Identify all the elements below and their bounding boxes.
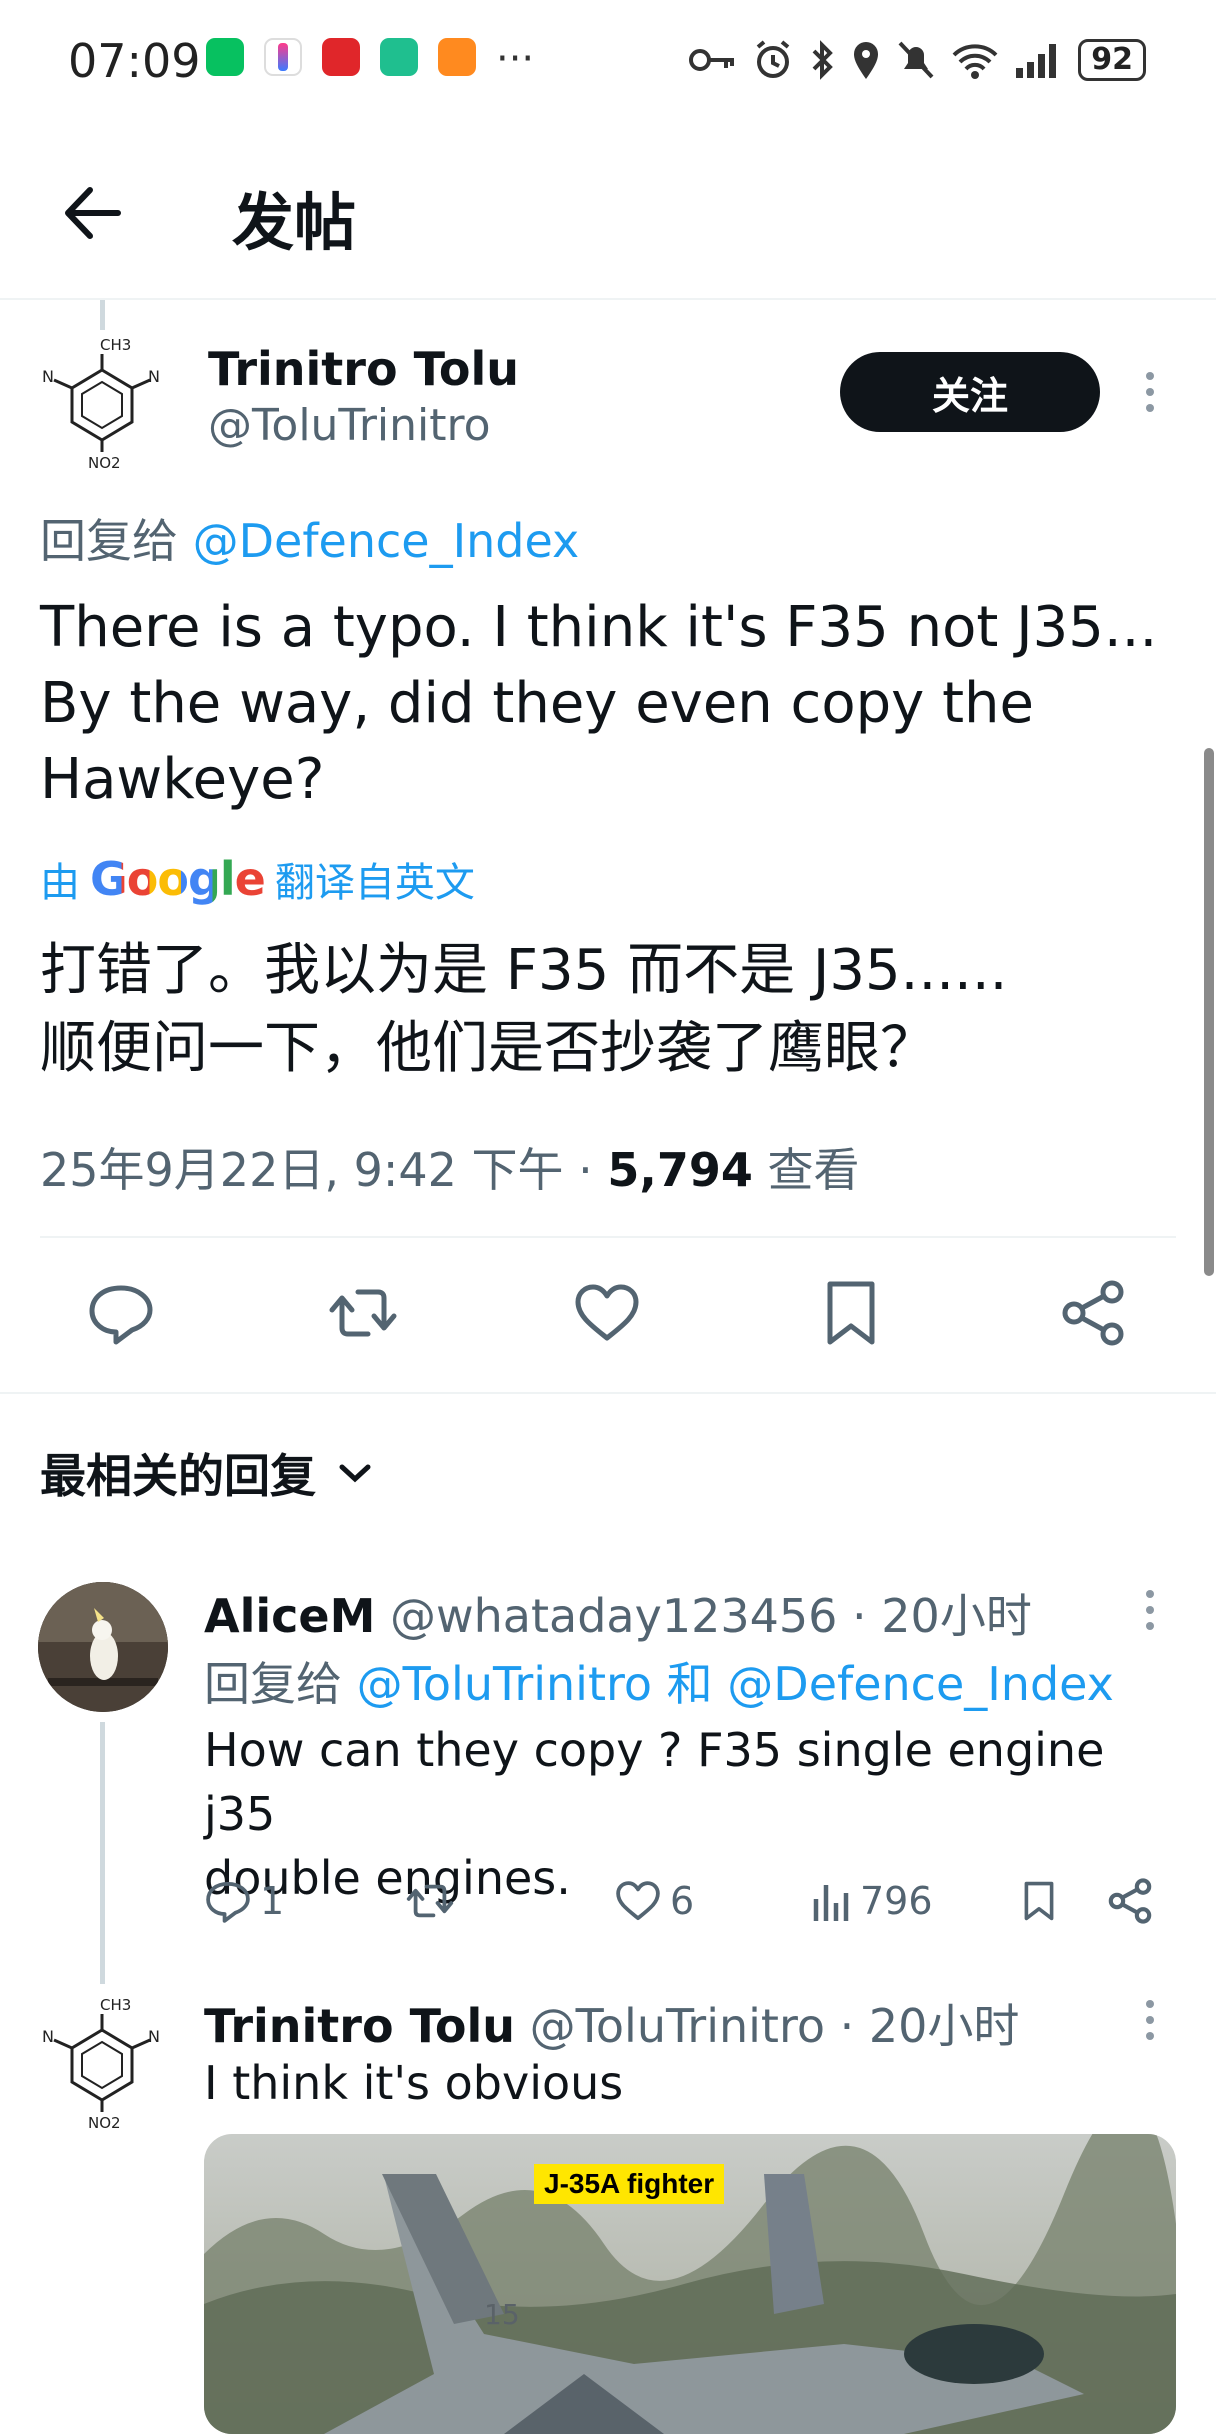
reply-header: Trinitro Tolu @ToluTrinitro · 20小时 <box>204 1990 1019 2056</box>
like-count: 6 <box>670 1879 695 1923</box>
views-button[interactable]: 796 <box>812 1874 933 1928</box>
sort-label: 最相关的回复 <box>40 1449 316 1503</box>
app-icon <box>438 38 476 76</box>
avatar-label-right: N <box>148 367 160 386</box>
retweet-icon[interactable] <box>328 1278 398 1348</box>
more-options-icon[interactable] <box>1144 2000 1156 2040</box>
actions-divider <box>0 1392 1216 1394</box>
avatar[interactable]: CH3 N N NO2 <box>38 330 166 472</box>
reply-comment-button[interactable]: 1 <box>204 1874 284 1928</box>
view-count: 5,794 <box>607 1143 753 1197</box>
app-icon <box>264 38 302 76</box>
avatar-label-left: N <box>42 367 54 386</box>
svg-text:15: 15 <box>484 2298 520 2331</box>
timestamp: 25年9月22日, 9:42 下午 · <box>40 1143 608 1197</box>
reply-count: 1 <box>260 1879 285 1923</box>
avatar-label-right: N <box>148 2027 160 2046</box>
reply-to-link[interactable]: @ToluTrinitro <box>357 1657 652 1711</box>
scrollbar[interactable] <box>1204 748 1214 1276</box>
reply-author-handle[interactable]: @ToluTrinitro <box>530 1999 825 2053</box>
reply-author-name[interactable]: AliceM <box>204 1589 375 1643</box>
signal-icon <box>1016 44 1057 78</box>
alarm-icon <box>756 40 790 78</box>
reply-author-handle[interactable]: @whataday123456 <box>390 1589 837 1643</box>
translated-text: 打错了。我以为是 F35 而不是 J35...... 顺便问一下，他们是否抄袭了… <box>40 938 1008 1081</box>
reply-sort-dropdown[interactable]: 最相关的回复 <box>40 1440 372 1506</box>
avatar-label-left: N <box>42 2027 54 2046</box>
retweet-button[interactable] <box>404 1874 456 1928</box>
reply-prefix: 回复给 <box>40 514 178 568</box>
battery-indicator: 92 <box>1078 39 1146 81</box>
avatar-label-top: CH3 <box>100 1996 131 2014</box>
chevron-down-icon <box>339 1464 371 1483</box>
wechat-icon <box>206 38 244 76</box>
reply-to-link[interactable]: @Defence_Index <box>193 514 580 568</box>
share-icon <box>1108 1878 1152 1924</box>
like-icon[interactable] <box>572 1278 642 1348</box>
more-notifications-icon: ··· <box>496 36 535 82</box>
translate-suffix: 翻译自英文 <box>274 860 475 906</box>
page-title: 发帖 <box>232 186 357 259</box>
reply-author-name[interactable]: Trinitro Tolu <box>204 1999 515 2053</box>
avatar[interactable] <box>38 1582 168 1712</box>
app-icon <box>322 38 360 76</box>
like-icon <box>616 1881 660 1921</box>
retweet-icon <box>406 1884 454 1918</box>
reply-text: I think it's obvious <box>204 2056 624 2110</box>
view-count: 796 <box>860 1879 933 1923</box>
app-icon <box>380 38 418 76</box>
reply-header: AliceM @whataday123456 · 20小时 <box>204 1580 1032 1646</box>
reply-to-line: 回复给 @ToluTrinitro 和 @Defence_Index <box>204 1648 1114 1714</box>
tweet-meta: 25年9月22日, 9:42 下午 · 5,794 查看 <box>40 1134 860 1200</box>
avatar-label-top: CH3 <box>100 336 131 354</box>
translation-attribution[interactable]: 由 Google 翻译自英文 <box>40 850 475 908</box>
translate-prefix: 由 <box>40 860 80 906</box>
avatar[interactable]: CH3 N N NO2 <box>38 1990 166 2132</box>
mute-icon <box>898 41 934 79</box>
more-options-icon[interactable] <box>1144 1590 1156 1630</box>
views-chart-icon <box>813 1885 849 1921</box>
thread-line <box>100 1722 105 1984</box>
key-icon <box>689 49 735 71</box>
more-options-icon[interactable] <box>1144 372 1156 412</box>
avatar-label-bottom: NO2 <box>88 454 121 470</box>
wifi-icon <box>952 44 998 79</box>
bluetooth-icon <box>812 40 834 80</box>
view-label: 查看 <box>752 1143 860 1197</box>
avatar-label-bottom: NO2 <box>88 2114 121 2130</box>
reply-joiner: 和 <box>652 1657 728 1711</box>
location-icon <box>854 42 879 79</box>
bookmark-button[interactable] <box>1018 1874 1060 1928</box>
google-logo: Google <box>90 852 266 906</box>
share-button[interactable] <box>1106 1874 1154 1928</box>
reply-prefix: 回复给 <box>204 1657 357 1711</box>
reply-to-link[interactable]: @Defence_Index <box>727 1657 1114 1711</box>
author-name[interactable]: Trinitro Tolu <box>208 342 519 396</box>
follow-button[interactable]: 关注 <box>840 352 1100 432</box>
bookmark-icon[interactable] <box>816 1278 886 1348</box>
reply-icon <box>206 1881 250 1923</box>
meta-divider <box>40 1236 1176 1238</box>
thread-line <box>100 300 105 330</box>
back-arrow-icon[interactable] <box>58 178 128 248</box>
bookmark-icon <box>1024 1881 1054 1921</box>
tweet-text: There is a typo. I think it's F35 not J3… <box>40 595 1158 812</box>
share-icon[interactable] <box>1058 1278 1128 1348</box>
media-caption: J-35A fighter <box>534 2164 725 2204</box>
reply-media-image[interactable]: 15 J-35A fighter <box>204 2134 1176 2434</box>
reply-time: · 20小时 <box>825 1999 1020 2053</box>
author-handle[interactable]: @ToluTrinitro <box>208 400 491 451</box>
like-button[interactable]: 6 <box>614 1874 694 1928</box>
status-time: 07:09 <box>68 34 201 88</box>
reply-to-line: 回复给 @Defence_Index <box>40 505 579 571</box>
reply-time: · 20小时 <box>837 1589 1032 1643</box>
status-icons: 92 <box>688 28 1146 92</box>
reply-icon[interactable] <box>86 1278 156 1348</box>
header-divider <box>0 298 1216 300</box>
